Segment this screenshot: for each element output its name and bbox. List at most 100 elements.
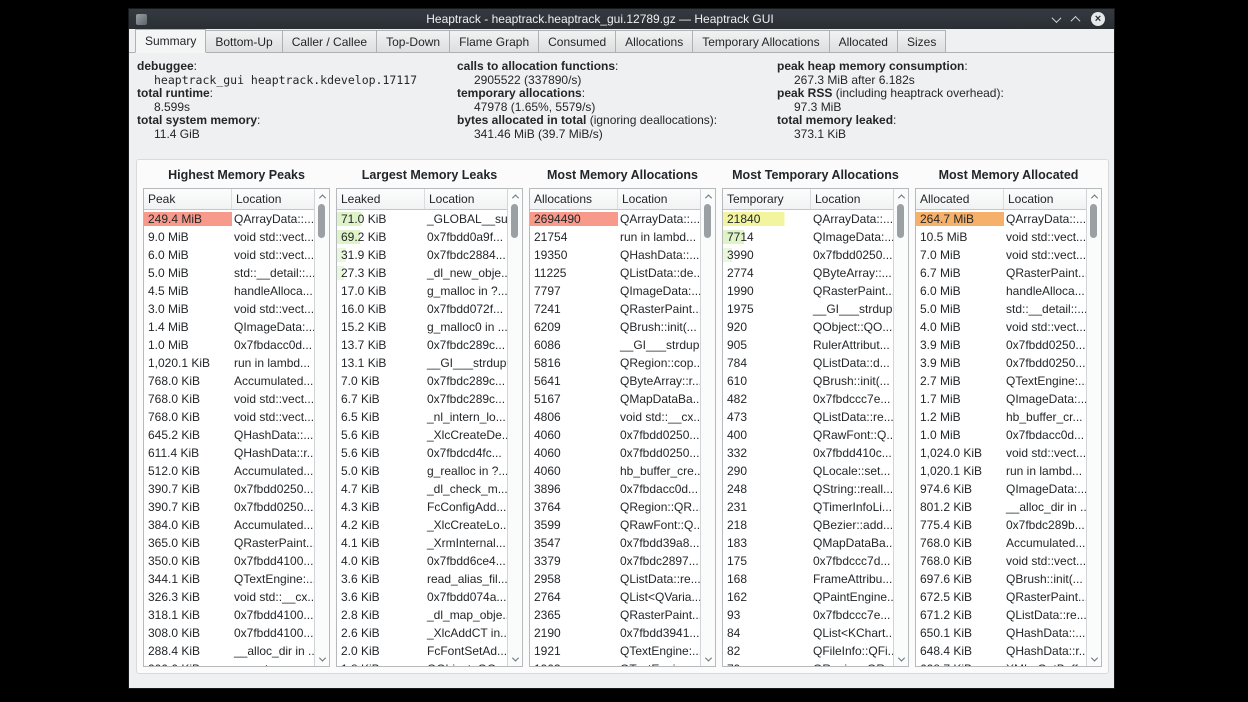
- table-row[interactable]: 6086__GI___strdup...: [530, 336, 701, 354]
- table-row[interactable]: 672.5 KiBQRasterPaint...: [916, 588, 1087, 606]
- column-header-location[interactable]: Location: [232, 189, 315, 209]
- table-row[interactable]: 768.0 KiBvoid std::vect...: [144, 390, 315, 408]
- table-row[interactable]: 200.0 KiBoperator new...: [144, 660, 315, 666]
- table-row[interactable]: 9.0 MiBvoid std::vect...: [144, 228, 315, 246]
- tab-allocated[interactable]: Allocated: [829, 30, 898, 52]
- table-row[interactable]: 648.4 KiBQHashData::r...: [916, 642, 1087, 660]
- table-row[interactable]: 3320x7fbdd410c...: [723, 444, 894, 462]
- table-row[interactable]: 1.7 MiBQImageData:...: [916, 390, 1087, 408]
- table-row[interactable]: 610QBrush::init(...: [723, 372, 894, 390]
- table-row[interactable]: 768.0 KiBAccumulated...: [916, 534, 1087, 552]
- table-row[interactable]: 671.2 KiBQListData::re...: [916, 606, 1087, 624]
- table-row[interactable]: 6209QBrush::init(...: [530, 318, 701, 336]
- table-row[interactable]: 4060hb_buffer_cre...: [530, 462, 701, 480]
- table-row[interactable]: 5641QByteArray::r...: [530, 372, 701, 390]
- table-row[interactable]: 1.0 MiB0x7fbdacc0d...: [916, 426, 1087, 444]
- table-row[interactable]: 697.6 KiBQBrush::init(...: [916, 570, 1087, 588]
- table-row[interactable]: 775.4 KiB0x7fbdc289b...: [916, 516, 1087, 534]
- column-header-value[interactable]: Peak: [144, 189, 232, 209]
- tab-consumed[interactable]: Consumed: [538, 30, 616, 52]
- column-header-value[interactable]: Temporary: [723, 189, 811, 209]
- table-row[interactable]: 248QString::reall...: [723, 480, 894, 498]
- table-row[interactable]: 930x7fbdccc7e...: [723, 606, 894, 624]
- table-row[interactable]: 40600x7fbdd0250...: [530, 426, 701, 444]
- table-row[interactable]: 84QList<KChart...: [723, 624, 894, 642]
- table-row[interactable]: 16.0 KiB0x7fbdd072f...: [337, 300, 508, 318]
- scrollbar-thumb[interactable]: [1090, 204, 1097, 238]
- scroll-down-icon[interactable]: [894, 653, 908, 665]
- minimize-icon[interactable]: [1053, 12, 1060, 26]
- table-row[interactable]: 6.5 KiB_nl_intern_lo...: [337, 408, 508, 426]
- table-row[interactable]: 290QLocale::set...: [723, 462, 894, 480]
- table-row[interactable]: 31.9 KiB0x7fbdc2884...: [337, 246, 508, 264]
- table-row[interactable]: 801.2 KiB__alloc_dir in ...: [916, 498, 1087, 516]
- table-row[interactable]: 2774QByteArray::...: [723, 264, 894, 282]
- column-header-value[interactable]: Allocations: [530, 189, 618, 209]
- table-row[interactable]: 3.9 MiB0x7fbdd0250...: [916, 354, 1087, 372]
- column-header-location[interactable]: Location: [1004, 189, 1087, 209]
- table-row[interactable]: 512.0 KiBAccumulated...: [144, 462, 315, 480]
- tab-allocations[interactable]: Allocations: [615, 30, 693, 52]
- scroll-up-icon[interactable]: [315, 190, 329, 202]
- table-row[interactable]: 5.0 KiBg_realloc in ?...: [337, 462, 508, 480]
- table-row[interactable]: 5.6 KiB0x7fbdcd4fc...: [337, 444, 508, 462]
- column-header-location[interactable]: Location: [425, 189, 508, 209]
- table-row[interactable]: 3764QRegion::QR...: [530, 498, 701, 516]
- scroll-down-icon[interactable]: [701, 653, 715, 665]
- tab-bottom-up[interactable]: Bottom-Up: [205, 30, 282, 52]
- table-row[interactable]: 7797QImageData:...: [530, 282, 701, 300]
- table-row[interactable]: 168FrameAttribu...: [723, 570, 894, 588]
- table-row[interactable]: 768.0 KiBAccumulated...: [144, 372, 315, 390]
- table-row[interactable]: 71.0 KiB_GLOBAL__su...: [337, 210, 508, 228]
- column-header-location[interactable]: Location: [811, 189, 894, 209]
- table-row[interactable]: 384.0 KiBAccumulated...: [144, 516, 315, 534]
- table-row[interactable]: 768.0 KiBvoid std::vect...: [916, 552, 1087, 570]
- table-row[interactable]: 905RulerAttribut...: [723, 336, 894, 354]
- table-row[interactable]: 1.4 MiBQImageData:...: [144, 318, 315, 336]
- table-row[interactable]: 4.1 KiB_XrmInternal...: [337, 534, 508, 552]
- table-row[interactable]: 2764QList<QVaria...: [530, 588, 701, 606]
- table-row[interactable]: 288.4 KiB__alloc_dir in ...: [144, 642, 315, 660]
- table-row[interactable]: 4.0 KiB0x7fbdd6ce4...: [337, 552, 508, 570]
- table-row[interactable]: 21840QArrayData::...: [723, 210, 894, 228]
- table-row[interactable]: 1750x7fbdccc7d...: [723, 552, 894, 570]
- table-row[interactable]: 162QPaintEngine...: [723, 588, 894, 606]
- table-row[interactable]: 40600x7fbdd0250...: [530, 444, 701, 462]
- table-row[interactable]: 4820x7fbdccc7e...: [723, 390, 894, 408]
- table-row[interactable]: 390.7 KiB0x7fbdd0250...: [144, 480, 315, 498]
- table-row[interactable]: 3.6 KiBread_alias_fil...: [337, 570, 508, 588]
- table-row[interactable]: 2958QListData::re...: [530, 570, 701, 588]
- table-row[interactable]: 19350QHashData::...: [530, 246, 701, 264]
- scrollbar-thumb[interactable]: [511, 204, 518, 238]
- table-row[interactable]: 365.0 KiBQRasterPaint...: [144, 534, 315, 552]
- table-row[interactable]: 4.2 KiB_XlcCreateLo...: [337, 516, 508, 534]
- table-row[interactable]: 5.6 KiB_XlcCreateDe...: [337, 426, 508, 444]
- table-row[interactable]: 390.7 KiB0x7fbdd0250...: [144, 498, 315, 516]
- titlebar[interactable]: Heaptrack - heaptrack.heaptrack_gui.1278…: [129, 9, 1114, 29]
- table-row[interactable]: 13.1 KiB__GI___strdup...: [337, 354, 508, 372]
- table-row[interactable]: 2.7 MiBQTextEngine:...: [916, 372, 1087, 390]
- table-row[interactable]: 1921QTextEngine:...: [530, 642, 701, 660]
- table-row[interactable]: 6.0 MiBvoid std::vect...: [144, 246, 315, 264]
- table-row[interactable]: 231QTimerInfoLi...: [723, 498, 894, 516]
- table-row[interactable]: 3.0 MiBvoid std::vect...: [144, 300, 315, 318]
- table-row[interactable]: 218QBezier::add...: [723, 516, 894, 534]
- table-row[interactable]: 1.0 MiB0x7fbdacc0d...: [144, 336, 315, 354]
- table-row[interactable]: 326.3 KiBvoid std::__cx...: [144, 588, 315, 606]
- table-row[interactable]: 10.5 MiBvoid std::vect...: [916, 228, 1087, 246]
- table-row[interactable]: 2.6 KiB_XlcAddCT in...: [337, 624, 508, 642]
- table-row[interactable]: 2694490QArrayData::...: [530, 210, 701, 228]
- table-row[interactable]: 4806void std::__cx...: [530, 408, 701, 426]
- table-row[interactable]: 350.0 KiB0x7fbdd4100...: [144, 552, 315, 570]
- table-row[interactable]: 650.1 KiBQHashData::...: [916, 624, 1087, 642]
- table-row[interactable]: 1.8 KiBQObject::QO...: [337, 660, 508, 666]
- table-row[interactable]: 628.7 KiBXML_GetBuff...: [916, 660, 1087, 666]
- table-row[interactable]: 249.4 MiBQArrayData::...: [144, 210, 315, 228]
- table-row[interactable]: 15.2 KiBg_malloc0 in ...: [337, 318, 508, 336]
- table-row[interactable]: 21900x7fbdd3941...: [530, 624, 701, 642]
- table-row[interactable]: 2365QRasterPaint...: [530, 606, 701, 624]
- tab-temporary-allocations[interactable]: Temporary Allocations: [692, 30, 829, 52]
- table-row[interactable]: 974.6 KiBQImageData:...: [916, 480, 1087, 498]
- table-row[interactable]: 7.0 KiB0x7fbdc289c...: [337, 372, 508, 390]
- table-row[interactable]: 7.0 MiBvoid std::vect...: [916, 246, 1087, 264]
